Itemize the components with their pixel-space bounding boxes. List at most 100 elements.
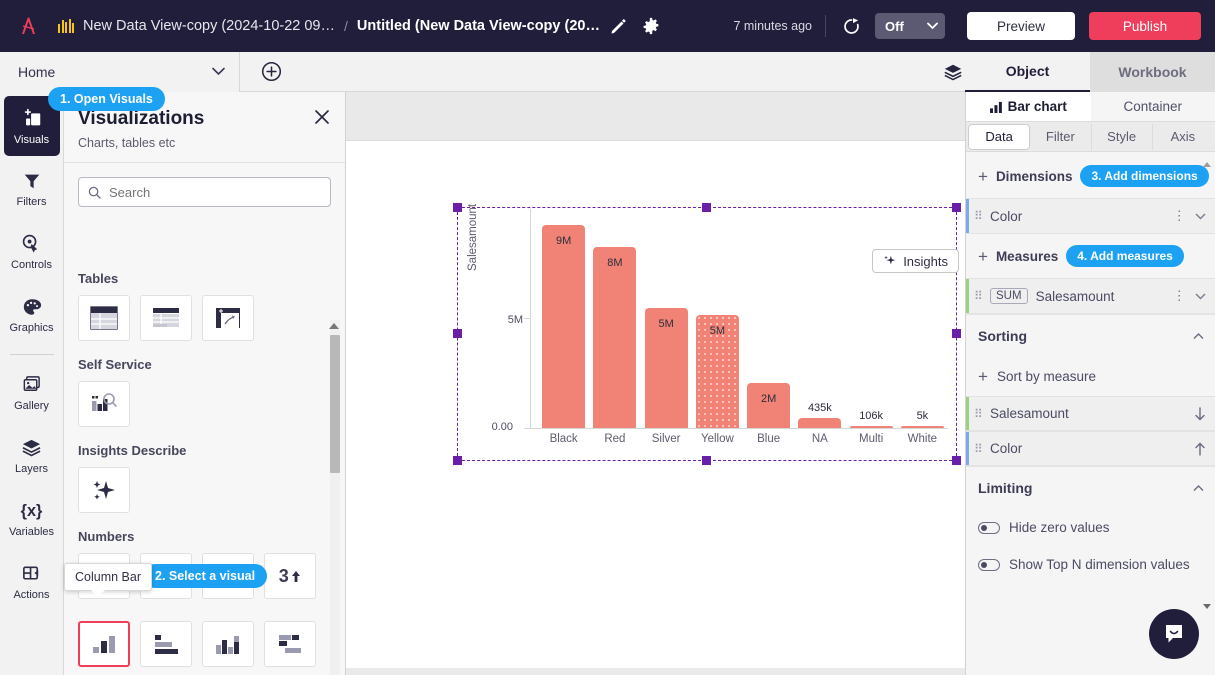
bar-column[interactable]: 5M: [641, 209, 692, 428]
aggregation-chip[interactable]: SUM: [990, 288, 1028, 304]
bar[interactable]: [542, 225, 585, 428]
bar-column[interactable]: 435k: [794, 209, 845, 428]
describe-visual[interactable]: [78, 467, 130, 513]
resize-handle-mr[interactable]: [952, 329, 961, 338]
page-select[interactable]: Home: [0, 52, 240, 92]
tab-data[interactable]: Data: [968, 124, 1030, 150]
drag-handle-icon[interactable]: ⠿: [974, 445, 982, 453]
kebab-menu-icon[interactable]: ⋮: [1173, 288, 1187, 304]
x-axis-tick-label: Silver: [641, 433, 692, 445]
bar-column[interactable]: 5k: [897, 209, 948, 428]
subtab-bar-chart[interactable]: Bar chart: [966, 92, 1091, 121]
kpi-trend-visual[interactable]: 3: [264, 553, 316, 599]
chevron-down-icon[interactable]: [1195, 213, 1206, 220]
search-box[interactable]: [78, 177, 331, 207]
drag-handle-icon[interactable]: ⠿: [974, 410, 982, 418]
chat-bubble-icon[interactable]: [1149, 609, 1199, 659]
bar[interactable]: [901, 426, 944, 428]
panel-scroll-down-icon[interactable]: [1203, 604, 1211, 609]
resize-handle-ml[interactable]: [453, 329, 462, 338]
bar-column[interactable]: 2M: [743, 209, 794, 428]
tab-object[interactable]: Object: [965, 52, 1090, 92]
sort-row-salesamount[interactable]: ⠿ Salesamount: [966, 396, 1215, 431]
bar-column[interactable]: 9M: [538, 209, 589, 428]
input-table-visual[interactable]: [202, 295, 254, 341]
breadcrumb-current[interactable]: Untitled (New Data View-copy (20…: [357, 18, 600, 34]
sidebar-item-controls[interactable]: Controls: [4, 222, 60, 282]
pivot-table-visual[interactable]: [140, 295, 192, 341]
pencil-icon[interactable]: [606, 13, 632, 39]
add-sort-icon[interactable]: +: [978, 368, 988, 385]
bar-column[interactable]: 8M: [589, 209, 640, 428]
sort-row-color[interactable]: ⠿ Color: [966, 431, 1215, 466]
bar-column[interactable]: 5M: [692, 209, 743, 428]
sidebar-item-gallery[interactable]: Gallery: [4, 363, 60, 423]
add-measure-icon[interactable]: +: [978, 248, 988, 265]
search-input[interactable]: [109, 185, 321, 200]
bar[interactable]: [593, 247, 636, 428]
hide-zero-values-row[interactable]: Hide zero values: [966, 509, 1215, 546]
arrow-up-icon[interactable]: [1194, 442, 1206, 456]
table-visual[interactable]: [78, 295, 130, 341]
sidebar-item-actions[interactable]: Actions: [4, 552, 60, 612]
add-dimension-icon[interactable]: +: [978, 168, 988, 185]
drag-handle-icon[interactable]: ⠿: [974, 212, 982, 220]
canvas-area[interactable]: Insights Salesamount 5M 0.00 9M8M5M5M2M4…: [346, 92, 965, 675]
tab-style[interactable]: Style: [1092, 124, 1153, 150]
add-circle-icon[interactable]: [240, 52, 302, 92]
breadcrumb-parent[interactable]: New Data View-copy (2024-10-22 09…: [83, 18, 335, 34]
explore-visual[interactable]: [78, 381, 130, 427]
refresh-icon[interactable]: [839, 14, 863, 38]
kebab-menu-icon[interactable]: ⋮: [1173, 208, 1187, 224]
dimensions-header[interactable]: + Dimensions 3. Add dimensions: [966, 154, 1215, 198]
bar[interactable]: [747, 383, 790, 428]
publish-button[interactable]: Publish: [1089, 12, 1201, 40]
gear-icon[interactable]: [638, 13, 664, 39]
resize-handle-tl[interactable]: [453, 203, 462, 212]
limiting-section-header[interactable]: Limiting: [966, 466, 1215, 509]
bar-chart[interactable]: Salesamount 5M 0.00 9M8M5M5M2M435k106k5k…: [459, 209, 955, 459]
panel-scroll-up-icon[interactable]: [1203, 162, 1211, 167]
show-top-n-row[interactable]: Show Top N dimension values: [966, 546, 1215, 583]
measure-row-salesamount[interactable]: ⠿ SUM Salesamount ⋮: [966, 278, 1215, 314]
sorting-section-header[interactable]: Sorting: [966, 314, 1215, 357]
resize-handle-br[interactable]: [952, 456, 961, 465]
bar-column[interactable]: 106k: [846, 209, 897, 428]
measures-header[interactable]: + Measures 4. Add measures: [966, 234, 1215, 278]
grouped-column-visual[interactable]: [202, 621, 254, 667]
sidebar-item-graphics[interactable]: Graphics: [4, 285, 60, 345]
bar[interactable]: [850, 426, 893, 428]
resize-handle-bl[interactable]: [453, 456, 462, 465]
tooltip-column-bar: Column Bar: [64, 563, 152, 591]
visuals-scrollbar-thumb[interactable]: [330, 335, 340, 473]
tab-axis[interactable]: Axis: [1153, 124, 1213, 150]
resize-handle-tc[interactable]: [702, 203, 711, 212]
horizontal-bar-visual[interactable]: [140, 621, 192, 667]
drag-handle-icon[interactable]: ⠿: [974, 292, 982, 300]
dimension-row-color[interactable]: ⠿ Color ⋮: [966, 198, 1215, 234]
arrow-down-icon[interactable]: [1194, 407, 1206, 421]
chevron-up-icon[interactable]: [1193, 485, 1204, 492]
sidebar-item-layers[interactable]: Layers: [4, 426, 60, 486]
insights-button[interactable]: Insights: [872, 249, 959, 273]
preview-button[interactable]: Preview: [967, 12, 1075, 40]
sort-by-measure-button[interactable]: + Sort by measure: [966, 357, 1215, 396]
tab-filter[interactable]: Filter: [1030, 124, 1091, 150]
tab-workbook[interactable]: Workbook: [1090, 52, 1215, 92]
show-top-n-toggle[interactable]: [978, 559, 1000, 571]
resize-handle-tr[interactable]: [952, 203, 961, 212]
column-bar-visual[interactable]: [78, 621, 130, 667]
subtab-container[interactable]: Container: [1091, 92, 1215, 121]
auto-refresh-select[interactable]: Off: [875, 13, 945, 39]
chevron-up-icon[interactable]: [1193, 333, 1204, 340]
sigma-logo-icon[interactable]: [14, 11, 44, 41]
grouped-bar-visual[interactable]: [264, 621, 316, 667]
resize-handle-bc[interactable]: [702, 456, 711, 465]
scroll-up-arrow-icon[interactable]: [329, 323, 339, 329]
chevron-down-icon[interactable]: [1195, 293, 1206, 300]
hide-zero-values-toggle[interactable]: [978, 522, 1000, 534]
sidebar-item-filters[interactable]: Filters: [4, 159, 60, 219]
sidebar-item-variables[interactable]: {x} Variables: [4, 489, 60, 549]
bar[interactable]: [798, 418, 841, 428]
close-icon[interactable]: [311, 106, 333, 128]
